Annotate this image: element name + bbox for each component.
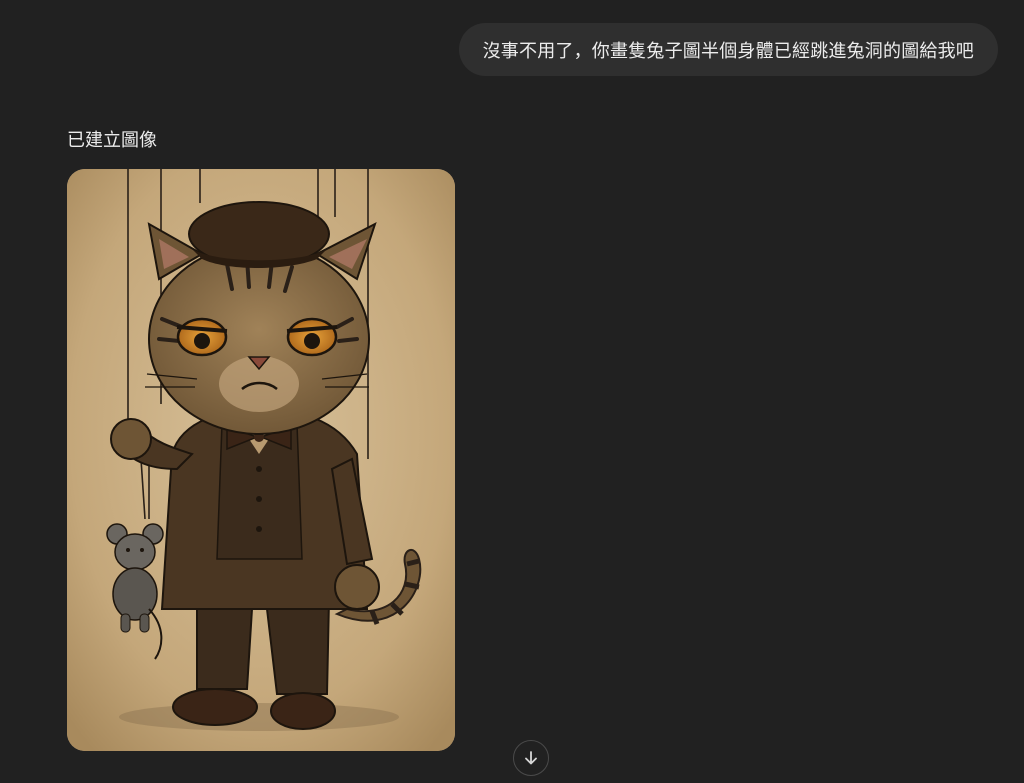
user-message-text: 沒事不用了，你畫隻兔子圖半個身體已經跳進兔洞的圖給我吧: [482, 40, 974, 62]
user-message-bubble: 沒事不用了，你畫隻兔子圖半個身體已經跳進兔洞的圖給我吧: [458, 23, 998, 76]
chat-page: 沒事不用了，你畫隻兔子圖半個身體已經跳進兔洞的圖給我吧 已建立圖像: [0, 0, 1024, 783]
image-created-label: 已建立圖像: [67, 130, 157, 151]
generated-image[interactable]: [67, 169, 455, 751]
cat-puppet-illustration: [67, 169, 455, 751]
arrow-down-icon: [525, 751, 537, 765]
scroll-down-button[interactable]: [513, 740, 549, 776]
